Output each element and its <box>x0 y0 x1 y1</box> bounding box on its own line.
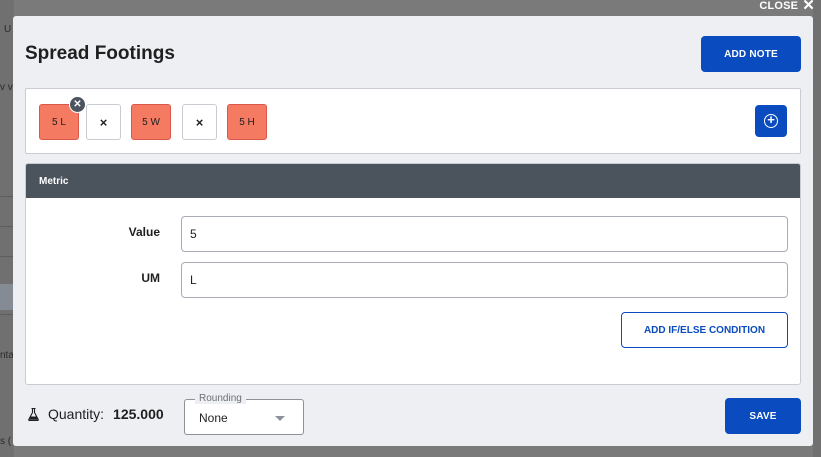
background-text: nta <box>0 350 14 361</box>
value-label: Value <box>128 225 160 239</box>
formula-builder: 5 L ✕ × 5 W × 5 H + <box>25 88 801 154</box>
close-icon: ✕ <box>802 0 815 14</box>
background-left-strip <box>0 0 14 457</box>
formula-token-width[interactable]: 5 W <box>131 104 171 140</box>
formula-token-height[interactable]: 5 H <box>227 104 267 140</box>
token-label: 5 H <box>239 116 255 128</box>
modal-title: Spread Footings <box>25 43 175 64</box>
quantity-label: Quantity: <box>48 406 105 422</box>
formula-operator-multiply[interactable]: × <box>182 104 217 140</box>
formula-operator-multiply[interactable]: × <box>86 104 121 140</box>
operator-label: × <box>99 114 108 130</box>
close-label: CLOSE <box>759 0 799 12</box>
close-button[interactable]: CLOSE ✕ <box>759 0 815 13</box>
background-right-strip <box>813 0 821 457</box>
formula-token-length[interactable]: 5 L ✕ <box>39 96 86 140</box>
um-input[interactable] <box>181 262 788 298</box>
background-divider <box>0 314 14 315</box>
remove-token-icon[interactable]: ✕ <box>69 96 86 113</box>
quantity-display: Quantity: 125.000 <box>28 406 164 422</box>
add-if-else-condition-button[interactable]: ADD IF/ELSE CONDITION <box>621 312 788 348</box>
add-circle-icon: + <box>764 113 778 128</box>
rounding-select[interactable]: Rounding None <box>184 393 304 435</box>
background-divider <box>0 196 14 197</box>
add-token-button[interactable]: + <box>755 105 787 137</box>
flask-icon <box>28 407 39 421</box>
metric-header: Metric <box>26 164 800 198</box>
value-input[interactable] <box>181 216 788 252</box>
token-label: 5 W <box>142 116 160 128</box>
add-note-button[interactable]: ADD NOTE <box>701 36 801 72</box>
quantity-value: 125.000 <box>113 406 164 422</box>
background-text: s ( <box>0 436 12 447</box>
spread-footings-modal: Spread Footings ADD NOTE 5 L ✕ × 5 W × 5… <box>13 16 813 446</box>
rounding-label: Rounding <box>195 393 246 404</box>
um-label: UM <box>141 271 160 285</box>
background-divider <box>0 226 14 227</box>
background-selected-row <box>0 284 14 310</box>
save-button[interactable]: SAVE <box>725 398 801 434</box>
rounding-value: None <box>199 411 228 425</box>
token-label: 5 L <box>52 116 66 128</box>
background-divider <box>0 256 14 257</box>
metric-panel: Metric Value UM ADD IF/ELSE CONDITION <box>25 163 801 385</box>
background-text: U <box>4 24 12 35</box>
caret-down-icon <box>275 416 285 421</box>
operator-label: × <box>195 114 204 130</box>
